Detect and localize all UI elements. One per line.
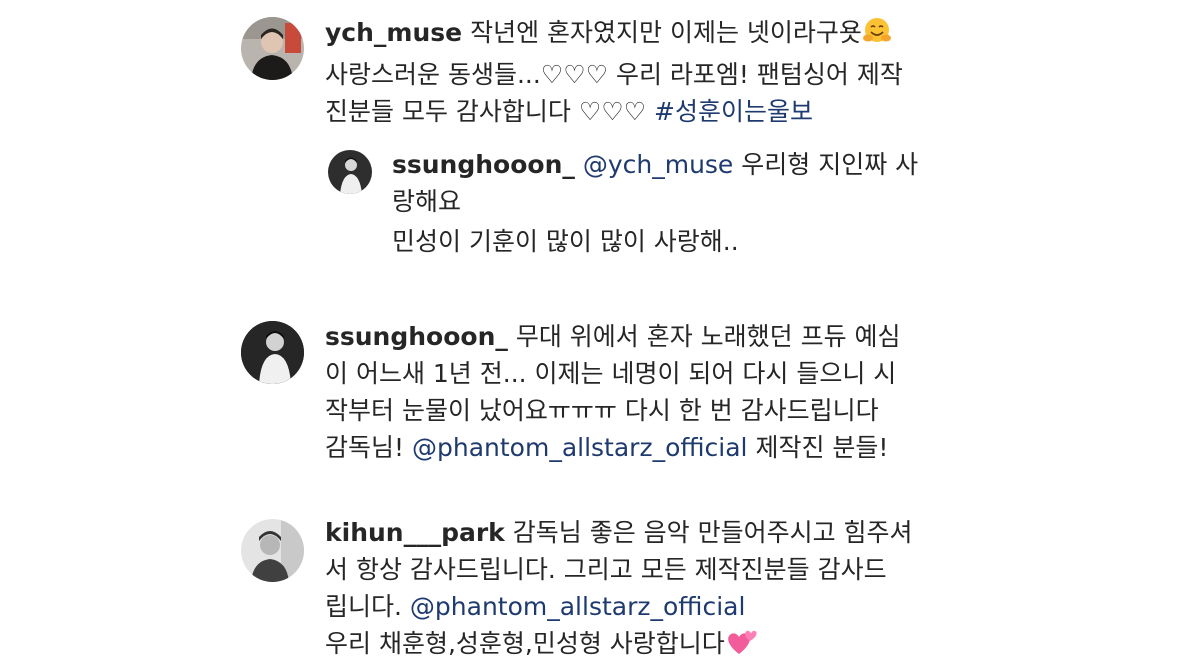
mention-link[interactable]: @phantom_allstarz_official: [410, 592, 746, 621]
reply-username[interactable]: ssunghooon_: [392, 150, 575, 179]
comment-body-line: 작년엔 혼자였지만 이제는 넷이라구욧: [470, 18, 862, 47]
comment-username[interactable]: ssunghooon_: [325, 322, 508, 351]
reply-text: ssunghooon_ @ych_muse 우리형 지인짜 사 랑해요 민성이 …: [392, 146, 918, 260]
comment-body-line: 이 어느새 1년 전... 이제는 네명이 되어 다시 들으니 시: [325, 359, 897, 388]
two-hearts-emoji-icon: [725, 627, 759, 667]
avatar[interactable]: [241, 321, 304, 384]
comment-body-line: 사랑스러운 동생들...♡♡♡ 우리 라포엠! 팬텀싱어 제작: [325, 60, 903, 89]
comment-body-line: 감독님!: [325, 433, 412, 462]
mention-link[interactable]: @ych_muse: [583, 150, 734, 179]
comment-text: kihun___park 감독님 좋은 음악 만들어주시고 힘주셔 서 항상 감…: [325, 514, 913, 667]
comment-body-line: 감독님 좋은 음악 만들어주시고 힘주셔: [504, 518, 913, 547]
comment-body-tail: 제작진 분들!: [747, 433, 889, 462]
comment-body-line: 무대 위에서 혼자 노래했던 프듀 예심: [507, 322, 901, 351]
hashtag-link[interactable]: #성훈이는울보: [654, 97, 813, 126]
reply-body-line: 민성이 기훈이 많이 많이 사랑해..: [392, 227, 739, 256]
comment-username[interactable]: kihun___park: [325, 518, 505, 547]
comment-body-line: 진분들 모두 감사합니다 ♡♡♡: [325, 97, 655, 126]
hugging-face-emoji-icon: [862, 16, 892, 56]
reply-avatar[interactable]: [328, 150, 372, 194]
comment-body-line: 작부터 눈물이 났어요ㅠㅠㅠ 다시 한 번 감사드립니다: [325, 396, 879, 425]
comment-body-line: 서 항상 감사드립니다. 그리고 모든 제작진분들 감사드: [325, 555, 887, 584]
comment-text: ssunghooon_ 무대 위에서 혼자 노래했던 프듀 예심 이 어느새 1…: [325, 318, 901, 466]
mention-link[interactable]: @phantom_allstarz_official: [412, 433, 748, 462]
comment-body-line: 립니다.: [325, 592, 410, 621]
comment-username[interactable]: ych_muse: [325, 18, 462, 47]
avatar[interactable]: [241, 17, 304, 80]
comment-text: ych_muse 작년엔 혼자였지만 이제는 넷이라구욧 사랑스러운 동생들..…: [325, 14, 903, 130]
comment-body-line: 우리 채훈형,성훈형,민성형 사랑합니다: [325, 629, 725, 658]
reply-body-line: 우리형 지인짜 사: [733, 150, 919, 179]
reply-body-line: 랑해요: [392, 187, 462, 216]
avatar[interactable]: [241, 519, 304, 582]
